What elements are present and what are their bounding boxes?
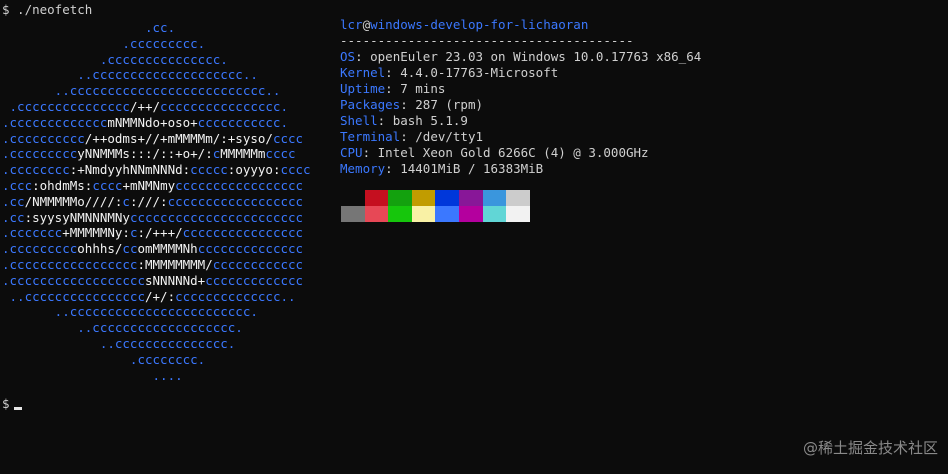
logo-line: .ccccccccc. [2, 35, 206, 51]
info-row-terminal: Terminal: /dev/tty1 [340, 129, 701, 145]
info-colon: : [400, 97, 416, 112]
separator-line: --------------------------------------- [340, 33, 634, 48]
distro-logo-ascii: .cc. .ccccccccc. .ccccccccccccccc. ..ccc… [2, 20, 311, 383]
logo-line: .cc/NMMMMMo////:c:///:cccccccccccccccccc [2, 193, 304, 209]
bright-swatch-5 [458, 206, 483, 222]
info-key: Shell [340, 113, 378, 128]
terminal-window[interactable]: $ ./neofetch .cc. .ccccccccc. .ccccccccc… [0, 0, 948, 474]
logo-line: .cccccccccyNNMMMs:::/::+o+/:cMMMMMmcccc [2, 146, 296, 162]
info-key: Memory [340, 161, 386, 176]
logo-line: .ccccccccccccccc/++/cccccccccccccccc. [2, 98, 288, 114]
info-key: Kernel [340, 65, 386, 80]
hostname: windows-develop-for-lichaoran [370, 17, 589, 32]
logo-line: .cccccccccccccmNMMNdo+oso+ccccccccccc. [2, 114, 288, 130]
logo-line: .cccccccccc/++odms+//+mMMMMm/:+syso/cccc [2, 130, 304, 146]
system-info-panel: lcr@windows-develop-for-lichaoran ------… [340, 17, 701, 177]
info-rows: OS: openEuler 23.03 on Windows 10.0.1776… [340, 49, 701, 177]
logo-line: .cccccccc. [2, 351, 206, 367]
info-colon: : [385, 161, 401, 176]
command-line: $ ./neofetch [2, 2, 93, 17]
logo-line: ..cccccccccccccccccccc.. [2, 67, 258, 83]
bright-swatch-0 [341, 206, 365, 222]
info-value: bash 5.1.9 [392, 113, 468, 128]
palette-row-normal [341, 190, 530, 206]
normal-swatch-5 [458, 190, 483, 206]
logo-line: ..cccccccccccccccccccccccc. [2, 304, 258, 320]
bright-swatch-1 [364, 206, 389, 222]
normal-swatch-7 [506, 190, 530, 206]
info-colon: : [355, 49, 371, 64]
user-host-line: lcr@windows-develop-for-lichaoran [340, 17, 701, 33]
logo-line: .cccccccccohhhs/ccomMMMMNhcccccccccccccc [2, 241, 304, 257]
logo-line: .ccccccccccccccccc:MMMMMMMM/cccccccccccc [2, 256, 304, 272]
logo-line: .cc:syysyNMNNNMNyccccccccccccccccccccccc [2, 209, 304, 225]
logo-line: ..ccccccccccccccccccc. [2, 320, 243, 336]
logo-line: .... [2, 367, 183, 383]
info-value: 4.4.0-17763-Microsoft [400, 65, 559, 80]
info-value: Intel Xeon Gold 6266C (4) @ 3.000GHz [377, 145, 649, 160]
text-cursor [13, 407, 22, 410]
bright-swatch-4 [435, 206, 459, 222]
info-value: openEuler 23.03 on Windows 10.0.17763 x8… [370, 49, 702, 64]
logo-line: .cc. [2, 20, 176, 35]
logo-line: ..cccccccccccccccccccccccccc.. [2, 83, 281, 99]
palette-row-bright [341, 206, 530, 222]
logo-line: ..ccccccccccccccc. [2, 335, 236, 351]
info-key: Terminal [340, 129, 401, 144]
prompt-symbol: $ [2, 396, 10, 411]
normal-swatch-6 [482, 190, 507, 206]
at-sign: @ [362, 17, 371, 32]
shell-prompt[interactable]: $ [2, 396, 22, 412]
info-key: OS [340, 49, 356, 64]
logo-line: ..cccccccccccccccc/+/:cccccccccccccc.. [2, 288, 296, 304]
info-row-memory: Memory: 14401MiB / 16383MiB [340, 161, 701, 177]
logo-line: .ccccccc+MMMMMNy:c:/+++/cccccccccccccccc [2, 225, 304, 241]
info-key: Uptime [340, 81, 386, 96]
logo-line: .ccccccccccccccc. [2, 51, 228, 67]
normal-swatch-1 [364, 190, 389, 206]
normal-swatch-4 [435, 190, 459, 206]
info-value: 7 mins [400, 81, 446, 96]
info-row-kernel: Kernel: 4.4.0-17763-Microsoft [340, 65, 701, 81]
info-value: 287 (rpm) [415, 97, 484, 112]
watermark-text: @稀土掘金技术社区 [802, 439, 938, 457]
info-colon: : [362, 145, 378, 160]
info-colon: : [385, 81, 401, 96]
logo-line: .ccc:ohdmMs:cccc+mNMNmyccccccccccccccccc [2, 177, 304, 193]
bright-swatch-6 [482, 206, 507, 222]
logo-line: .ccccccccccccccccccsNNNNNd+ccccccccccccc [2, 272, 304, 288]
bright-swatch-7 [506, 206, 530, 222]
info-row-shell: Shell: bash 5.1.9 [340, 113, 701, 129]
info-value: /dev/tty1 [415, 129, 484, 144]
info-key: CPU [340, 145, 363, 160]
logo-line: .cccccccc:+NmdyyhNNmNNNd:ccccc:oyyyo:ccc… [2, 162, 311, 178]
info-key: Packages [340, 97, 401, 112]
info-colon: : [400, 129, 416, 144]
bright-swatch-3 [411, 206, 436, 222]
bright-swatch-2 [388, 206, 412, 222]
info-colon: : [385, 65, 401, 80]
info-row-packages: Packages: 287 (rpm) [340, 97, 701, 113]
normal-swatch-3 [411, 190, 436, 206]
info-row-os: OS: openEuler 23.03 on Windows 10.0.1776… [340, 49, 701, 65]
normal-swatch-0 [341, 190, 365, 206]
normal-swatch-2 [388, 190, 412, 206]
color-palette [341, 190, 530, 222]
info-row-cpu: CPU: Intel Xeon Gold 6266C (4) @ 3.000GH… [340, 145, 701, 161]
info-value: 14401MiB / 16383MiB [400, 161, 544, 176]
username: lcr [340, 17, 363, 32]
info-colon: : [377, 113, 393, 128]
info-row-uptime: Uptime: 7 mins [340, 81, 701, 97]
